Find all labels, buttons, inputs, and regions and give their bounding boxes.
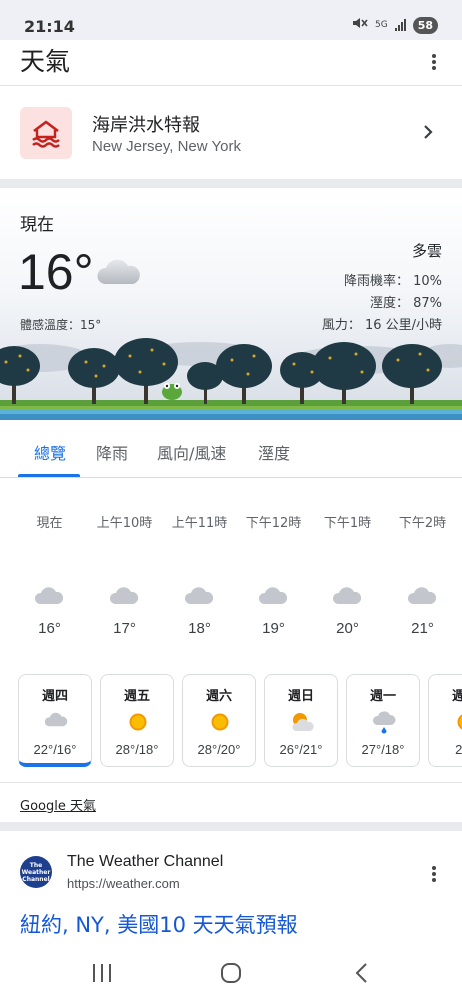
section-divider — [0, 179, 462, 188]
feels-like-temperature: 體感溫度：15° — [20, 318, 102, 332]
active-tab-indicator — [18, 474, 80, 477]
day-name: 週二 — [429, 685, 462, 704]
more-options-icon[interactable] — [426, 864, 442, 884]
hour-temperature: 16° — [38, 620, 61, 637]
status-icons: 5G 58 — [352, 16, 438, 34]
hour-temperature: 18° — [188, 620, 211, 637]
current-temperature: 16° — [18, 244, 94, 300]
sun-icon — [211, 713, 229, 731]
rain-icon — [372, 711, 396, 734]
result-title-link[interactable]: 紐約, NY, 美國10 天天氣預報 — [20, 909, 298, 939]
hourly-item: 下午2時 21° — [385, 480, 460, 655]
recent-apps-icon[interactable] — [82, 960, 122, 986]
hour-time: 下午1時 — [323, 516, 372, 531]
hour-time: 上午10時 — [96, 516, 153, 531]
hour-time: 下午2時 — [398, 516, 447, 531]
hourly-item: 現在 16° — [12, 480, 87, 655]
day-temperature-range: 28°/20° — [197, 742, 241, 757]
forecast-tabs: 總覽 降雨 風向/風速 溼度 — [0, 420, 462, 478]
day-name: 週四 — [41, 689, 68, 704]
page-title: 天氣 — [20, 47, 71, 76]
tab-wind[interactable]: 風向/風速 — [157, 440, 226, 464]
weather-page: 21:14 5G 58 天氣 海岸洪水特報 New Jersey, New Yo… — [0, 0, 462, 1000]
day-name: 週五 — [123, 689, 150, 704]
system-nav-bar — [0, 948, 462, 1000]
day-card-saturday[interactable]: 週六 28°/20° — [182, 674, 256, 767]
status-bar: 21:14 5G 58 — [0, 0, 462, 40]
day-card-friday[interactable]: 週五 28°/18° — [100, 674, 174, 767]
current-weather-panel: 現在 16° 體感溫度：15° 多雲 降雨機率： 10% 溼度： 87% 風力：… — [0, 188, 462, 420]
tab-humidity[interactable]: 溼度 — [258, 440, 290, 464]
wind-speed: 風力： 16 公里/小時 — [321, 318, 442, 333]
hour-temperature: 17° — [113, 620, 136, 637]
app-header: 天氣 — [0, 40, 462, 86]
hourly-item: 上午11時 18° — [162, 480, 237, 655]
google-weather-link[interactable]: Google 天氣 — [20, 795, 96, 814]
hourly-item: 上午10時 17° — [87, 480, 162, 655]
cloud-icon — [407, 587, 437, 604]
alert-title: 海岸洪水特報 — [92, 115, 200, 136]
flood-warning-icon — [20, 107, 72, 159]
section-divider — [0, 822, 462, 831]
sun-icon — [129, 713, 147, 731]
hour-temperature: 20° — [336, 620, 359, 637]
weather-channel-logo: The Weather Channel — [20, 856, 52, 888]
hour-time: 下午12時 — [245, 516, 302, 531]
hour-time: 上午11時 — [171, 516, 228, 531]
more-options-icon[interactable] — [426, 52, 442, 72]
status-time: 21:14 — [24, 17, 75, 36]
sun-icon — [457, 714, 462, 730]
flood-alert-card[interactable]: 海岸洪水特報 New Jersey, New York — [0, 87, 462, 179]
precipitation-chance: 降雨機率： 10% — [343, 274, 442, 289]
home-icon[interactable] — [211, 960, 251, 986]
day-card-tuesday[interactable]: 週二 25° — [428, 674, 462, 767]
day-name: 週日 — [287, 689, 314, 704]
day-temperature-range: 28°/18° — [115, 742, 159, 757]
alert-subtitle: New Jersey, New York — [92, 138, 241, 155]
hour-time: 現在 — [36, 516, 63, 531]
site-url: https://weather.com — [67, 876, 180, 891]
current-label: 現在 — [20, 215, 54, 235]
day-temperature-range: 27°/18° — [361, 742, 405, 757]
search-result: The Weather Channel The Weather Channel … — [0, 831, 462, 951]
battery-indicator: 58 — [412, 16, 438, 34]
tab-precipitation[interactable]: 降雨 — [96, 440, 128, 464]
weather-scene-illustration — [0, 338, 462, 420]
signal-icon — [394, 19, 406, 31]
weather-condition: 多雲 — [411, 242, 442, 260]
day-card-monday[interactable]: 週一 27°/18° — [346, 674, 420, 767]
hourly-item: 下午1時 20° — [310, 480, 385, 655]
tab-overview[interactable]: 總覽 — [34, 440, 66, 464]
partly-cloudy-icon — [292, 713, 314, 731]
cloud-icon — [184, 587, 214, 604]
day-name: 週一 — [369, 689, 396, 704]
back-icon[interactable] — [341, 960, 381, 986]
cloud-icon — [332, 587, 362, 604]
day-temperature-range: 22°/16° — [33, 742, 77, 757]
day-card-sunday[interactable]: 週日 26°/21° — [264, 674, 338, 767]
hourly-item: 下午12時 19° — [236, 480, 311, 655]
cloud-icon — [34, 587, 64, 604]
day-temperature-range: 25° — [455, 742, 462, 757]
day-name: 週六 — [205, 689, 232, 704]
humidity-value: 溼度： 87% — [369, 296, 442, 311]
day-card-thursday[interactable]: 週四 22°/16° — [18, 674, 92, 767]
site-name: The Weather Channel — [67, 853, 224, 870]
network-label: 5G — [374, 20, 388, 30]
hour-temperature: 19° — [262, 620, 285, 637]
cloud-icon — [109, 587, 139, 604]
chevron-right-icon — [424, 125, 433, 139]
cloud-icon — [97, 259, 140, 284]
cloud-icon — [44, 712, 68, 727]
cloud-icon — [258, 587, 288, 604]
mute-icon — [352, 16, 368, 34]
hour-temperature: 21° — [411, 620, 434, 637]
day-temperature-range: 26°/21° — [279, 742, 323, 757]
source-row: Google 天氣 — [0, 782, 462, 822]
